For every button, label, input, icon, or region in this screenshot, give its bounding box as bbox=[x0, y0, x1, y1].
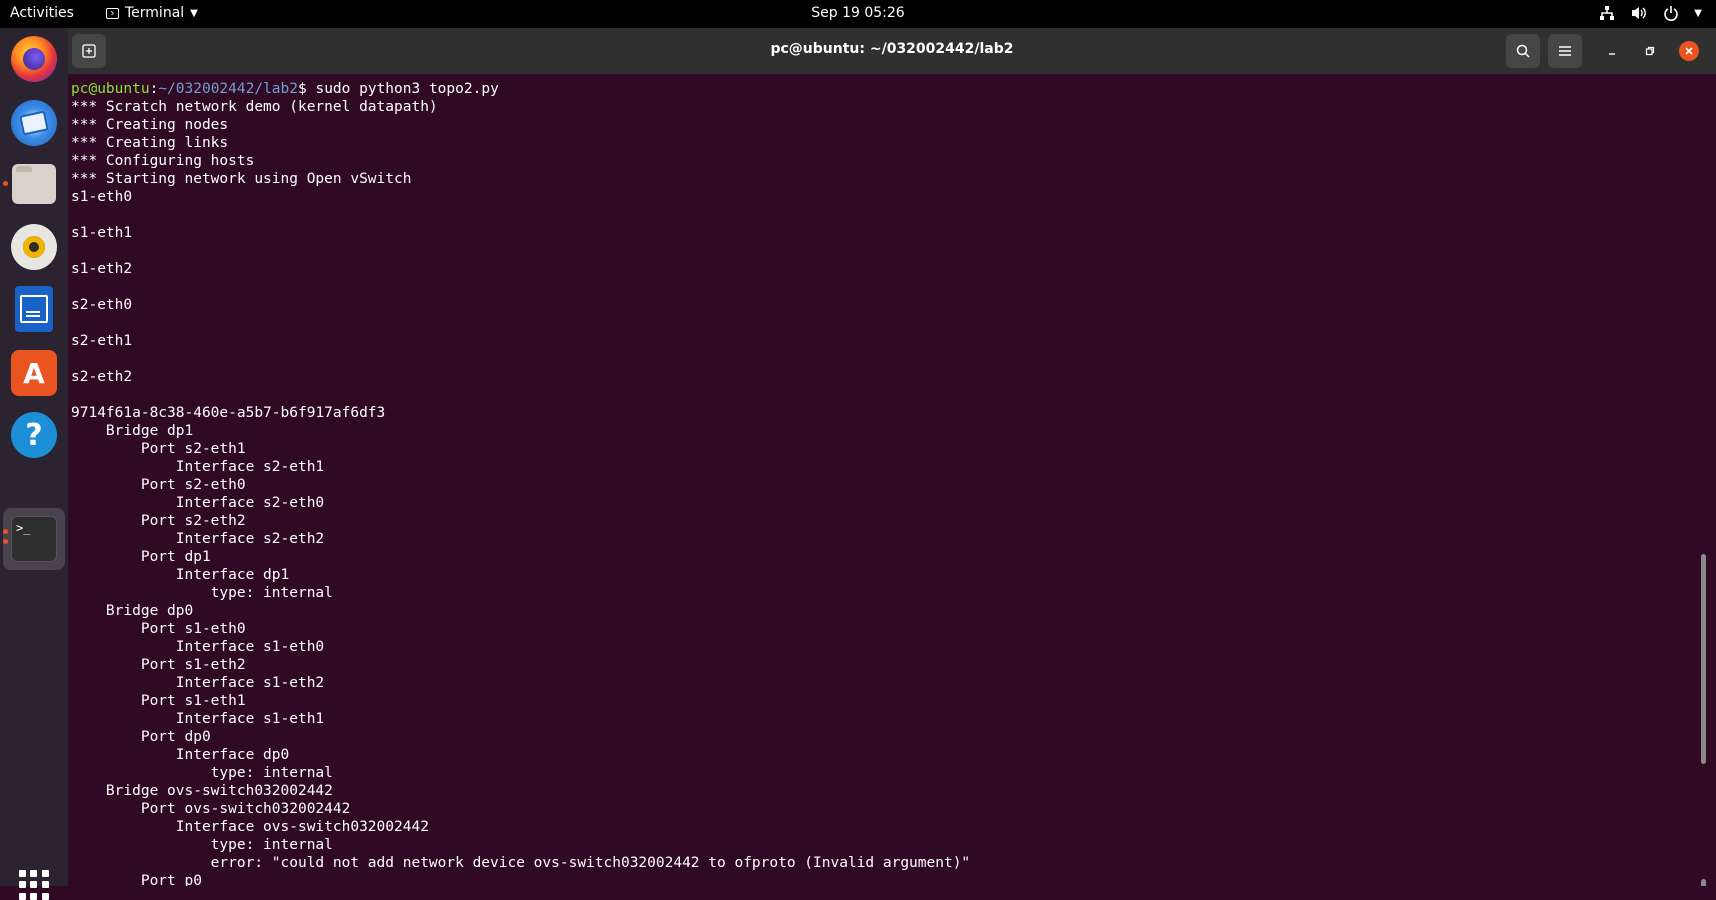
new-tab-icon bbox=[82, 44, 96, 58]
command-text: sudo python3 topo2.py bbox=[315, 81, 499, 97]
terminal-line: Bridge dp1 bbox=[71, 423, 194, 439]
prompt-path: ~/032002442/lab2 bbox=[158, 81, 298, 97]
terminal-line: s1-eth1 bbox=[71, 225, 133, 241]
window-title-container: pc@ubuntu: ~/032002442/lab2 bbox=[68, 41, 1716, 57]
dock: A ? >_ bbox=[0, 28, 68, 900]
thunderbird-icon[interactable] bbox=[11, 100, 57, 146]
terminal-line: Port s2-eth2 bbox=[71, 513, 246, 529]
restore-icon bbox=[1645, 46, 1655, 56]
terminal-line: type: internal bbox=[71, 837, 333, 853]
terminal-line: *** Scratch network demo (kernel datapat… bbox=[71, 99, 438, 115]
terminal-line: Interface s1-eth1 bbox=[71, 711, 325, 727]
terminal-line: type: internal bbox=[71, 765, 333, 781]
window-title: pc@ubuntu: ~/032002442/lab2 bbox=[770, 41, 1014, 57]
top-bar: Activities Terminal ▼ Sep 19 05:26 ▼ bbox=[0, 0, 1716, 28]
terminal-line: s2-eth0 bbox=[71, 297, 133, 313]
terminal-header-bar: pc@ubuntu: ~/032002442/lab2 bbox=[68, 28, 1716, 74]
rhythmbox-icon[interactable] bbox=[11, 224, 57, 270]
chevron-down-icon: ▼ bbox=[190, 7, 198, 19]
hamburger-menu-icon bbox=[1559, 46, 1571, 56]
app-menu[interactable]: Terminal ▼ bbox=[106, 5, 198, 21]
terminal-line: Port p0 bbox=[71, 873, 202, 886]
running-indicator bbox=[3, 181, 8, 186]
minimize-icon bbox=[1609, 53, 1615, 55]
search-button[interactable] bbox=[1506, 34, 1540, 68]
app-menu-label: Terminal bbox=[125, 5, 185, 21]
clock-container: Sep 19 05:26 bbox=[0, 5, 1716, 21]
terminal-line: Port s1-eth0 bbox=[71, 621, 246, 637]
terminal-line: Port dp1 bbox=[71, 549, 211, 565]
firefox-icon[interactable] bbox=[11, 36, 57, 82]
terminal-body[interactable]: pc@ubuntu:~/032002442/lab2$ sudo python3… bbox=[68, 74, 1708, 886]
terminal-line: Port s1-eth1 bbox=[71, 693, 246, 709]
activities-button[interactable]: Activities bbox=[10, 5, 74, 21]
help-icon[interactable]: ? bbox=[11, 412, 57, 458]
volume-icon bbox=[1630, 4, 1648, 22]
terminal-line: Bridge ovs-switch032002442 bbox=[71, 783, 333, 799]
prompt-separator: : bbox=[149, 81, 159, 97]
terminal-line: s1-eth2 bbox=[71, 261, 133, 277]
libreoffice-writer-icon[interactable] bbox=[15, 286, 53, 332]
terminal-line: Interface ovs-switch032002442 bbox=[71, 819, 429, 835]
clock[interactable]: Sep 19 05:26 bbox=[811, 5, 904, 21]
running-indicator bbox=[3, 539, 8, 544]
terminal-line: *** Creating nodes bbox=[71, 117, 229, 133]
terminal-line: Interface dp0 bbox=[71, 747, 290, 763]
close-button[interactable] bbox=[1679, 41, 1699, 61]
power-icon bbox=[1662, 4, 1680, 22]
terminal-line: s1-eth0 bbox=[71, 189, 133, 205]
terminal-line: Interface s2-eth2 bbox=[71, 531, 325, 547]
terminal-line: *** Creating links bbox=[71, 135, 229, 151]
prompt-symbol: $ bbox=[298, 81, 316, 97]
terminal-icon[interactable]: >_ bbox=[11, 516, 57, 562]
minimize-button[interactable] bbox=[1602, 41, 1622, 61]
terminal-line: Interface s1-eth0 bbox=[71, 639, 325, 655]
running-indicator bbox=[3, 529, 8, 534]
chevron-down-icon: ▼ bbox=[1694, 7, 1702, 19]
scrollbar-thumb-secondary[interactable] bbox=[1701, 879, 1706, 886]
scrollbar-thumb[interactable] bbox=[1701, 554, 1706, 764]
terminal-line: Port s2-eth0 bbox=[71, 477, 246, 493]
terminal-line: error: "could not add network device ovs… bbox=[71, 855, 971, 871]
network-icon bbox=[1598, 4, 1616, 22]
show-apps-grid-icon[interactable] bbox=[19, 870, 49, 900]
files-icon[interactable] bbox=[12, 164, 56, 204]
terminal-line: Interface s1-eth2 bbox=[71, 675, 325, 691]
terminal-line: Interface dp1 bbox=[71, 567, 290, 583]
terminal-line: Port ovs-switch032002442 bbox=[71, 801, 351, 817]
terminal-line: *** Starting network using Open vSwitch bbox=[71, 171, 412, 187]
maximize-button[interactable] bbox=[1640, 41, 1660, 61]
close-icon bbox=[1685, 47, 1693, 55]
output-lines: *** Scratch network demo (kernel datapat… bbox=[71, 99, 970, 886]
terminal-line: Port s1-eth2 bbox=[71, 657, 246, 673]
terminal-line: s2-eth2 bbox=[71, 369, 133, 385]
terminal-line: Bridge dp0 bbox=[71, 603, 194, 619]
terminal-line: s2-eth1 bbox=[71, 333, 133, 349]
terminal-line: Port s2-eth1 bbox=[71, 441, 246, 457]
menu-button[interactable] bbox=[1548, 34, 1582, 68]
prompt-user: pc@ubuntu bbox=[71, 81, 150, 97]
search-icon bbox=[1516, 44, 1530, 58]
terminal-line: Port dp0 bbox=[71, 729, 211, 745]
terminal-icon bbox=[106, 7, 119, 19]
new-tab-button[interactable] bbox=[72, 34, 106, 68]
terminal-output[interactable]: pc@ubuntu:~/032002442/lab2$ sudo python3… bbox=[68, 74, 1708, 886]
terminal-line: 9714f61a-8c38-460e-a5b7-b6f917af6df3 bbox=[71, 405, 386, 421]
system-menu[interactable]: ▼ bbox=[1598, 4, 1702, 22]
terminal-line: type: internal bbox=[71, 585, 333, 601]
terminal-line: Interface s2-eth1 bbox=[71, 459, 325, 475]
ubuntu-software-icon[interactable]: A bbox=[11, 350, 57, 396]
terminal-line: Interface s2-eth0 bbox=[71, 495, 325, 511]
terminal-line: *** Configuring hosts bbox=[71, 153, 255, 169]
